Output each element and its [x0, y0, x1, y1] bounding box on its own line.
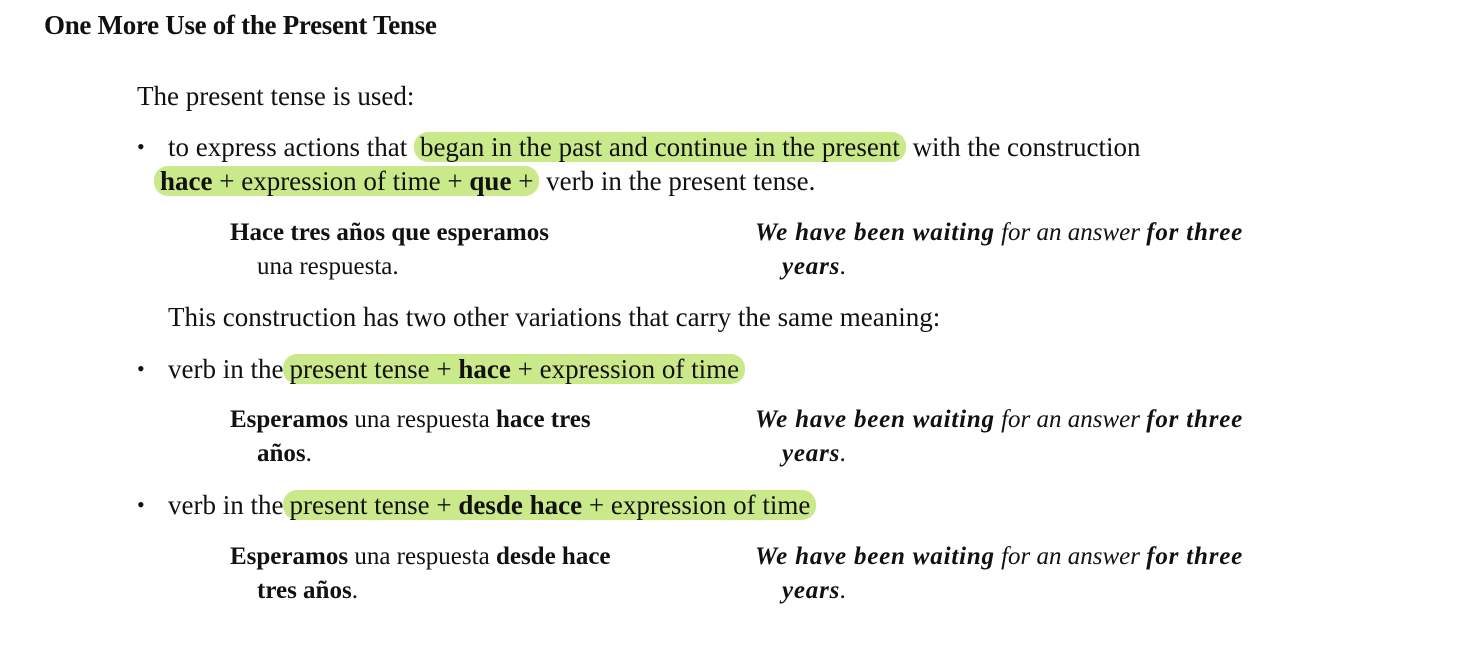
example-3-esperamos: Esperamos: [230, 543, 349, 570]
bullet-3-line: verb in the present tense + desde hace + …: [168, 488, 817, 522]
example-2-english-years: years: [782, 440, 841, 467]
example-1-english-bold-italic-2: for three: [1146, 219, 1244, 246]
intro-text: The present tense is used:: [137, 81, 415, 111]
example-2-english-line-1: We have been waiting for an answer for t…: [755, 403, 1243, 437]
example-1-english-line-2: years.: [782, 250, 846, 284]
example-2-english-period: .: [840, 440, 847, 467]
plus-sign: +: [518, 166, 534, 196]
example-3-english-bold-italic: We have been waiting: [755, 543, 995, 570]
bullet-2-marker: •: [137, 356, 145, 381]
example-3-desde-hace: desde hace: [495, 543, 611, 570]
example-1-english-italic: for an answer: [1001, 219, 1140, 246]
example-3-english-years: years: [782, 577, 841, 604]
variations-text: This construction has two other variatio…: [168, 302, 941, 332]
example-1-spanish-line-1: Hace tres años que esperamos: [230, 216, 549, 250]
bullet-1-text-2: with the construction: [912, 132, 1141, 162]
example-3-spanish-line-1: Esperamos una respuesta desde hace: [230, 540, 611, 574]
example-2-spanish-line-2: años.: [257, 437, 312, 471]
bullet-1-marker: •: [137, 134, 145, 159]
example-1-spanish-line-2: una respuesta.: [257, 253, 399, 280]
hace-keyword: hace: [160, 166, 213, 196]
example-1-english-line-1: We have been waiting for an answer for t…: [755, 216, 1243, 250]
bullet-3-text: verb in the: [168, 490, 284, 520]
que-keyword: que: [469, 166, 512, 196]
example-3-period: .: [351, 577, 358, 604]
bullet-1-text: to express actions that: [168, 132, 408, 162]
bullet-2-present-tense: present tense: [289, 354, 430, 384]
example-3-english-line-2: years.: [782, 574, 846, 608]
construction-highlight: hace + expression of time + que +: [154, 166, 540, 196]
example-3-una-respuesta: una respuesta: [354, 543, 490, 570]
bullet-3-expression: + expression of time: [588, 490, 811, 520]
example-3-english-line-1: We have been waiting for an answer for t…: [755, 540, 1243, 574]
example-1-english-years: years: [782, 253, 841, 280]
example-3-english-italic: for an answer: [1001, 543, 1140, 570]
document-page: One More Use of the Present Tense The pr…: [0, 0, 1483, 659]
example-2-english-line-2: years.: [782, 437, 846, 471]
example-2-period: .: [305, 440, 312, 467]
example-2-english-italic: for an answer: [1001, 406, 1140, 433]
example-2-english-bold-italic: We have been waiting: [755, 406, 995, 433]
bullet-1-line-2: hace + expression of time + que + verb i…: [154, 164, 815, 198]
example-2-hace-tres: hace tres: [495, 406, 591, 433]
example-3-tres-anos: tres años: [257, 577, 352, 604]
example-2-anos: años: [257, 440, 306, 467]
example-2-spanish-line-1: Esperamos una respuesta hace tres: [230, 403, 591, 437]
example-2-una-respuesta: una respuesta: [354, 406, 490, 433]
bullet-2-text: verb in the: [168, 354, 284, 384]
page-title: One More Use of the Present Tense: [44, 10, 437, 40]
example-2-english-bold-italic-2: for three: [1146, 406, 1244, 433]
bullet-1-line-1: to express actions that began in the pas…: [168, 130, 1141, 164]
example-1-english-period: .: [840, 253, 847, 280]
bullet-2-plus: +: [436, 354, 452, 384]
example-1-spanish-bold: Hace tres años que esperamos: [230, 219, 549, 246]
bullet-3-present-tense: present tense: [289, 490, 430, 520]
example-2-esperamos: Esperamos: [230, 406, 349, 433]
example-3-english-bold-italic-2: for three: [1146, 543, 1244, 570]
bullet-3-highlight: present tense + desde hace + expression …: [283, 490, 817, 520]
bullet-3-marker: •: [137, 492, 145, 517]
bullet-3-plus: +: [436, 490, 452, 520]
bullet-2-hace: hace: [458, 354, 511, 384]
example-1-english-bold-italic: We have been waiting: [755, 219, 995, 246]
bullet-1-highlight: began in the past and continue in the pr…: [413, 132, 906, 162]
bullet-2-line: verb in the present tense + hace + expres…: [168, 352, 746, 386]
bullet-3-desde-hace: desde hace: [458, 490, 583, 520]
example-3-english-period: .: [840, 577, 847, 604]
expression-of-time-text: + expression of time +: [219, 166, 463, 196]
bullet-2-expression: + expression of time: [517, 354, 740, 384]
bullet-2-highlight: present tense + hace + expression of tim…: [283, 354, 746, 384]
example-3-spanish-line-2: tres años.: [257, 574, 358, 608]
construction-tail: verb in the present tense.: [546, 166, 816, 196]
